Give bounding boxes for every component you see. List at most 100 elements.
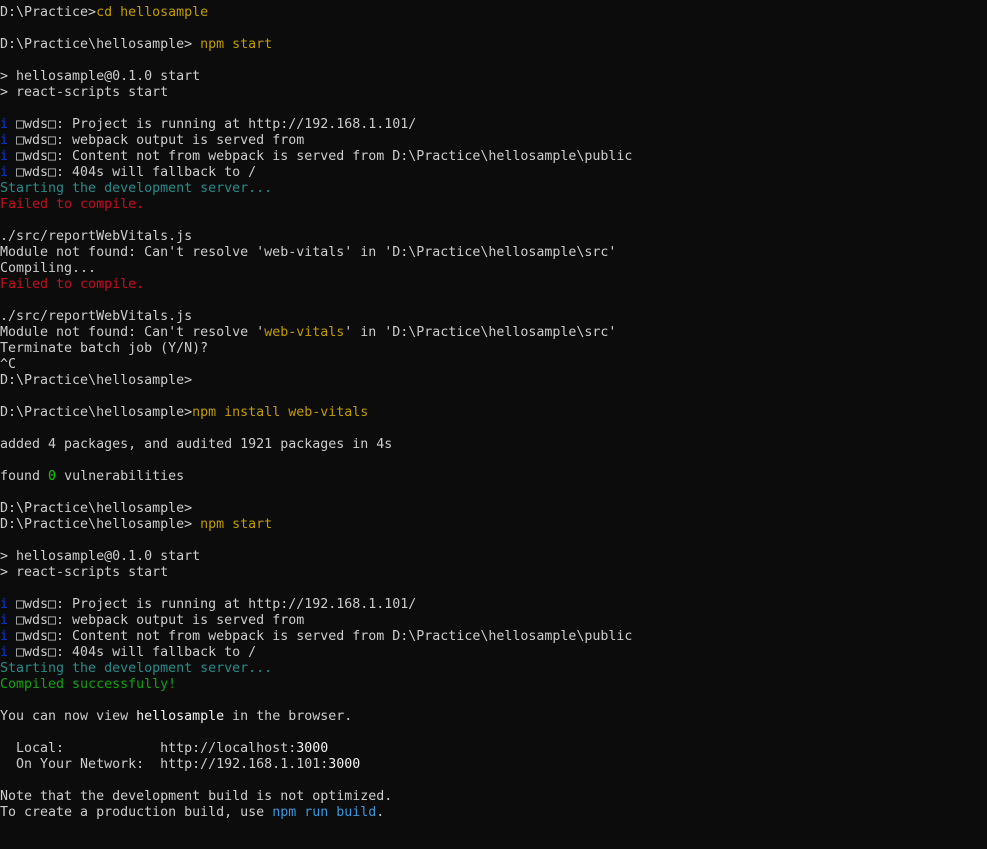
terminal-text-segment: □wds□: Content not from webpack is serve… xyxy=(16,629,633,644)
terminal-line: i □wds□: webpack output is served from xyxy=(0,613,987,629)
terminal-text-segment: □wds□: webpack output is served from xyxy=(16,613,305,628)
terminal-line: D:\Practice\hellosample> xyxy=(0,501,987,517)
terminal-text-segment: i xyxy=(0,613,17,628)
terminal-text-segment: Failed to compile. xyxy=(0,197,145,212)
terminal-text-segment: i xyxy=(0,629,17,644)
terminal-text-segment: □wds□: Project is running at http://192.… xyxy=(16,597,417,612)
terminal-line: Local: http://localhost:3000 xyxy=(0,741,987,757)
terminal-line: On Your Network: http://192.168.1.101:30… xyxy=(0,757,987,773)
terminal-text-segment: > hellosample@0.1.0 start xyxy=(0,549,201,564)
terminal-text-segment: npm start xyxy=(200,37,273,52)
terminal-text-segment: Failed to compile. xyxy=(0,277,145,292)
terminal-text-segment: Module not found: Can't resolve ' xyxy=(0,325,265,340)
terminal-text-segment: You can now view xyxy=(0,709,137,724)
terminal-text-segment: 3000 xyxy=(296,741,329,756)
terminal-text-segment: D:\Practice\hellosample> xyxy=(0,517,201,532)
terminal-line: D:\Practice\hellosample> npm start xyxy=(0,517,987,533)
terminal-text-segment: ^C xyxy=(0,357,17,372)
terminal-text-segment: To create a production build, use xyxy=(0,805,273,820)
terminal-text-segment: i xyxy=(0,133,17,148)
terminal-text-segment: D:\Practice\hellosample> xyxy=(0,37,201,52)
terminal-text-segment: in the browser. xyxy=(224,709,353,724)
terminal-text-segment: D:\Practice\hellosample> xyxy=(0,373,193,388)
terminal-line: > react-scripts start xyxy=(0,85,987,101)
terminal-line: You can now view hellosample in the brow… xyxy=(0,709,987,725)
terminal-text-segment: On Your Network: http://192.168.1.101: xyxy=(0,757,329,772)
terminal-text-segment: □wds□: 404s will fallback to / xyxy=(16,165,257,180)
terminal-line: i □wds□: Content not from webpack is ser… xyxy=(0,149,987,165)
terminal-text-segment: □wds□: Content not from webpack is serve… xyxy=(16,149,633,164)
terminal-text-segment: □wds□: webpack output is served from xyxy=(16,133,305,148)
terminal-line: found 0 vulnerabilities xyxy=(0,469,987,485)
terminal-text-segment: vulnerabilities xyxy=(56,469,185,484)
terminal-line: D:\Practice\hellosample> xyxy=(0,373,987,389)
terminal-text-segment: D:\Practice\hellosample> xyxy=(0,501,193,516)
terminal-text-segment: cd hellosample xyxy=(96,5,209,20)
terminal-line: Note that the development build is not o… xyxy=(0,789,987,805)
terminal-line: i □wds□: Project is running at http://19… xyxy=(0,597,987,613)
terminal-text-segment: Module not found: Can't resolve 'web-vit… xyxy=(0,245,617,260)
terminal-line: Compiling... xyxy=(0,261,987,277)
terminal-line: i □wds□: 404s will fallback to / xyxy=(0,645,987,661)
terminal-text-segment: i xyxy=(0,117,17,132)
terminal-text-segment: Local: http://localhost: xyxy=(0,741,297,756)
terminal-line: Terminate batch job (Y/N)? xyxy=(0,341,987,357)
terminal-text-segment: i xyxy=(0,597,17,612)
terminal-text-segment: > react-scripts start xyxy=(0,565,169,580)
terminal-text-segment: hellosample xyxy=(136,709,225,724)
terminal-text-segment: web-vitals xyxy=(264,325,345,340)
terminal-line: i □wds□: Project is running at http://19… xyxy=(0,117,987,133)
terminal-line: To create a production build, use npm ru… xyxy=(0,805,987,821)
terminal-line: Module not found: Can't resolve 'web-vit… xyxy=(0,325,987,341)
terminal-text-segment: Starting the development server... xyxy=(0,661,273,676)
terminal-text-segment: i xyxy=(0,645,17,660)
terminal-line: Compiled successfully! xyxy=(0,677,987,693)
terminal-text-segment: added 4 packages, and audited 1921 packa… xyxy=(0,437,393,452)
terminal-text-segment: □wds□: Project is running at http://192.… xyxy=(16,117,417,132)
terminal-line: > hellosample@0.1.0 start xyxy=(0,549,987,565)
terminal-output[interactable]: D:\Practice>cd hellosample D:\Practice\h… xyxy=(0,0,987,849)
terminal-text-segment: . xyxy=(376,805,385,820)
terminal-line: Failed to compile. xyxy=(0,197,987,213)
terminal-line: D:\Practice\hellosample> npm start xyxy=(0,37,987,53)
terminal-line: > react-scripts start xyxy=(0,565,987,581)
terminal-text-segment: found xyxy=(0,469,49,484)
terminal-line: ./src/reportWebVitals.js xyxy=(0,229,987,245)
terminal-text-segment: npm run build xyxy=(272,805,377,820)
terminal-text-segment: ./src/reportWebVitals.js xyxy=(0,309,193,324)
terminal-text-segment: 0 xyxy=(48,469,57,484)
terminal-line: Failed to compile. xyxy=(0,277,987,293)
terminal-text-segment: ' in 'D:\Practice\hellosample\src' xyxy=(344,325,617,340)
terminal-text-segment: D:\Practice> xyxy=(0,5,97,20)
terminal-line: ^C xyxy=(0,357,987,373)
terminal-text-segment: i xyxy=(0,165,17,180)
terminal-text-segment: npm start xyxy=(200,517,273,532)
terminal-line: D:\Practice>cd hellosample xyxy=(0,5,987,21)
terminal-text-segment: Starting the development server... xyxy=(0,181,273,196)
terminal-text-segment: > hellosample@0.1.0 start xyxy=(0,69,201,84)
terminal-text-segment: > react-scripts start xyxy=(0,85,169,100)
terminal-line: D:\Practice\hellosample>npm install web-… xyxy=(0,405,987,421)
terminal-line: Module not found: Can't resolve 'web-vit… xyxy=(0,245,987,261)
terminal-line: Starting the development server... xyxy=(0,181,987,197)
terminal-text-segment: Note that the development build is not o… xyxy=(0,789,393,804)
terminal-text-segment: Compiled successfully! xyxy=(0,677,177,692)
terminal-line: added 4 packages, and audited 1921 packa… xyxy=(0,437,987,453)
terminal-line: ./src/reportWebVitals.js xyxy=(0,309,987,325)
terminal-text-segment: ./src/reportWebVitals.js xyxy=(0,229,193,244)
terminal-text-segment: Compiling... xyxy=(0,261,97,276)
terminal-text-segment: D:\Practice\hellosample> xyxy=(0,405,193,420)
